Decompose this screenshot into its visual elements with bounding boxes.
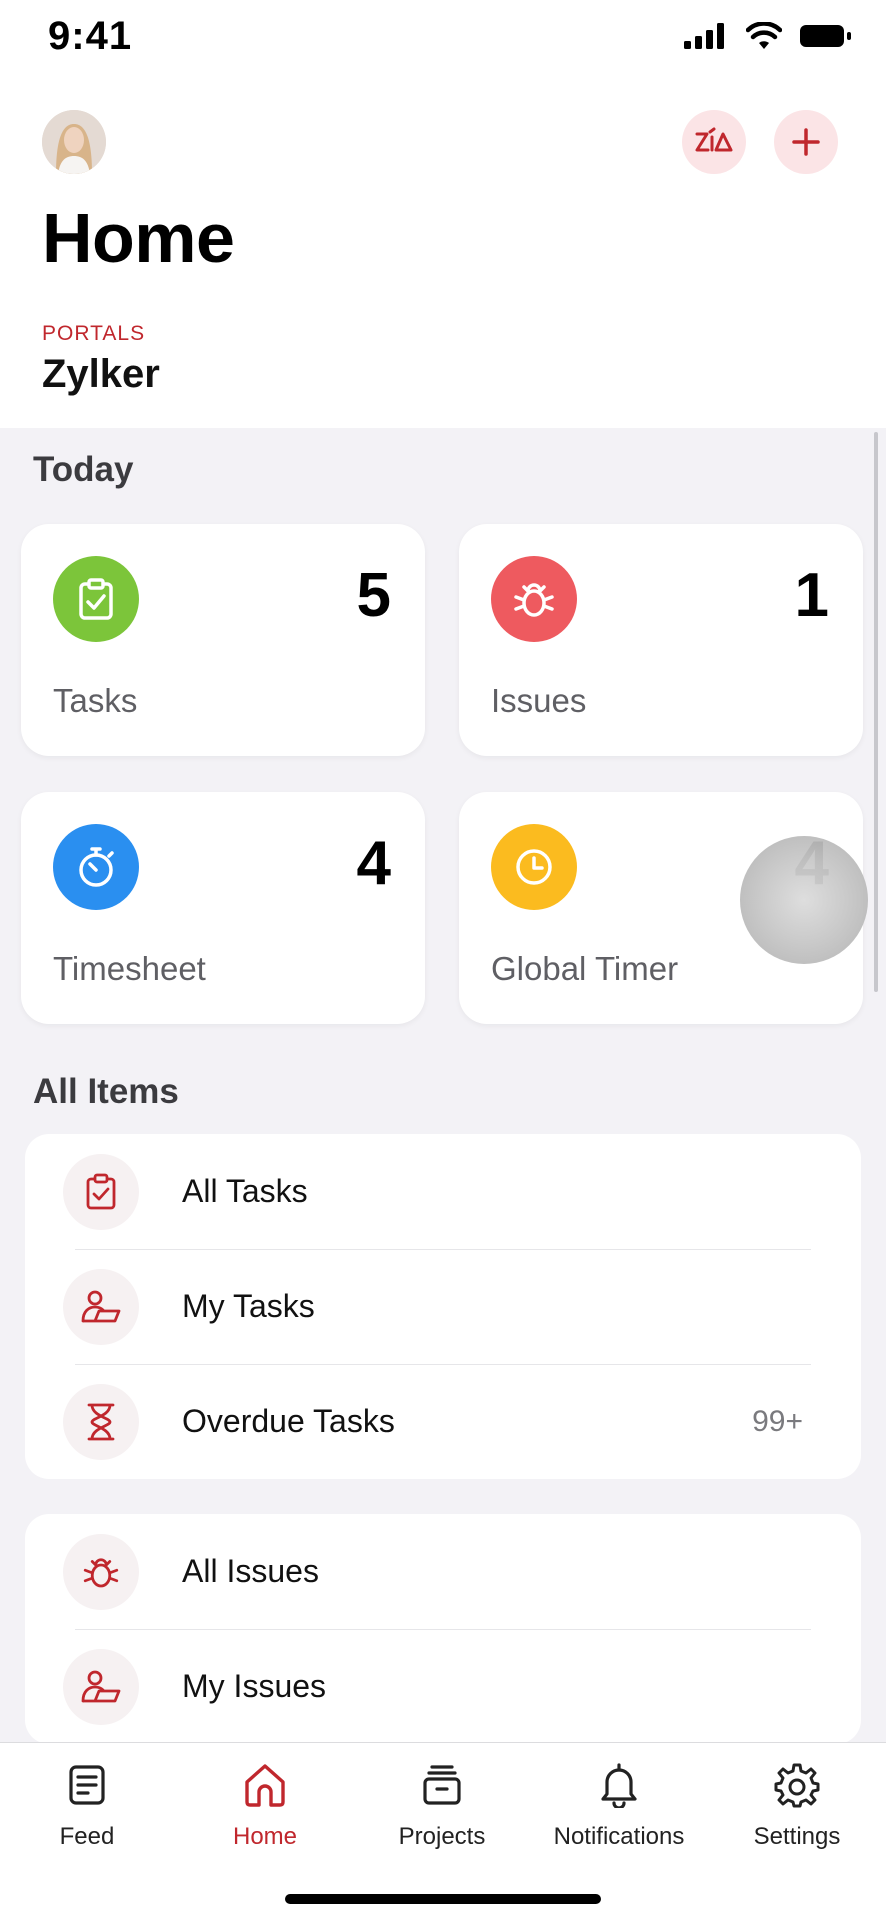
page-title: Home <box>42 199 235 277</box>
list-item-label: Overdue Tasks <box>182 1403 395 1439</box>
card-count: 1 <box>794 561 829 630</box>
bell-icon <box>534 1757 704 1813</box>
tab-notifications[interactable]: Notifications <box>534 1757 704 1851</box>
tab-label: Notifications <box>553 1823 685 1850</box>
avatar[interactable] <box>42 110 106 174</box>
plus-icon <box>792 128 820 156</box>
portal-name[interactable]: Zylker <box>42 352 160 397</box>
bug-icon <box>491 556 577 642</box>
list-item-overdue-tasks[interactable]: Overdue Tasks 99+ <box>25 1364 861 1479</box>
card-tasks[interactable]: 5 Tasks <box>21 524 425 756</box>
tab-projects[interactable]: Projects <box>357 1757 527 1851</box>
gear-icon <box>712 1757 882 1813</box>
card-label: Tasks <box>53 682 138 719</box>
tab-label: Home <box>232 1823 298 1850</box>
list-item-all-issues[interactable]: All Issues <box>25 1514 861 1629</box>
user-task-icon <box>63 1268 139 1345</box>
clock-icon <box>491 824 577 910</box>
home-indicator[interactable] <box>285 1894 601 1904</box>
tab-feed[interactable]: Feed <box>2 1757 172 1851</box>
issues-list-group: All Issues My Issues <box>25 1514 861 1742</box>
touch-indicator <box>740 836 868 964</box>
portals-label: PORTALS <box>42 322 146 345</box>
tasks-list-group: All Tasks My Tasks Overdue Tasks 99+ <box>25 1134 861 1479</box>
card-label: Global Timer <box>491 950 679 987</box>
section-title-all-items: All Items <box>33 1072 179 1111</box>
status-time: 9:41 <box>48 14 133 58</box>
user-task-icon <box>63 1648 139 1725</box>
overdue-count-badge: 99+ <box>752 1404 803 1438</box>
list-item-my-tasks[interactable]: My Tasks <box>25 1249 861 1364</box>
list-item-my-issues[interactable]: My Issues <box>25 1629 861 1742</box>
card-label: Issues <box>491 682 587 719</box>
bug-icon <box>63 1533 139 1610</box>
clipboard-check-icon <box>53 556 139 642</box>
tab-settings[interactable]: Settings <box>712 1757 882 1851</box>
tab-label: Feed <box>59 1823 115 1850</box>
add-button[interactable] <box>774 110 838 174</box>
status-icons <box>684 22 852 50</box>
card-timesheet[interactable]: 4 Timesheet <box>21 792 425 1024</box>
card-count: 5 <box>356 561 391 630</box>
status-bar: 9:41 <box>0 0 886 80</box>
hourglass-icon <box>63 1383 139 1460</box>
stopwatch-icon <box>53 824 139 910</box>
section-title-today: Today <box>33 450 134 489</box>
battery-icon <box>800 25 851 47</box>
list-item-label: All Issues <box>182 1553 319 1589</box>
main-content[interactable]: Today 5 Tasks 1 Issues 4 Timesheet Globa… <box>0 428 886 1742</box>
list-item-label: My Issues <box>182 1668 327 1704</box>
tab-label: Projects <box>398 1823 486 1850</box>
clipboard-check-icon <box>63 1153 139 1230</box>
card-issues[interactable]: 1 Issues <box>459 524 863 756</box>
zia-button[interactable] <box>682 110 746 174</box>
tab-label: Settings <box>753 1823 841 1850</box>
zia-icon <box>695 127 733 152</box>
list-item-all-tasks[interactable]: All Tasks <box>25 1134 861 1249</box>
scrollbar[interactable] <box>874 432 878 992</box>
avatar-photo <box>42 110 106 174</box>
header: Home PORTALS Zylker <box>0 80 886 428</box>
feed-icon <box>2 1757 172 1813</box>
wifi-icon <box>746 22 782 49</box>
home-icon <box>180 1757 350 1813</box>
signal-icon <box>684 23 724 49</box>
list-item-label: All Tasks <box>182 1173 308 1209</box>
projects-icon <box>357 1757 527 1813</box>
list-item-label: My Tasks <box>182 1288 315 1324</box>
card-count: 4 <box>356 829 391 898</box>
card-label: Timesheet <box>53 950 206 987</box>
tab-home[interactable]: Home <box>180 1757 350 1851</box>
